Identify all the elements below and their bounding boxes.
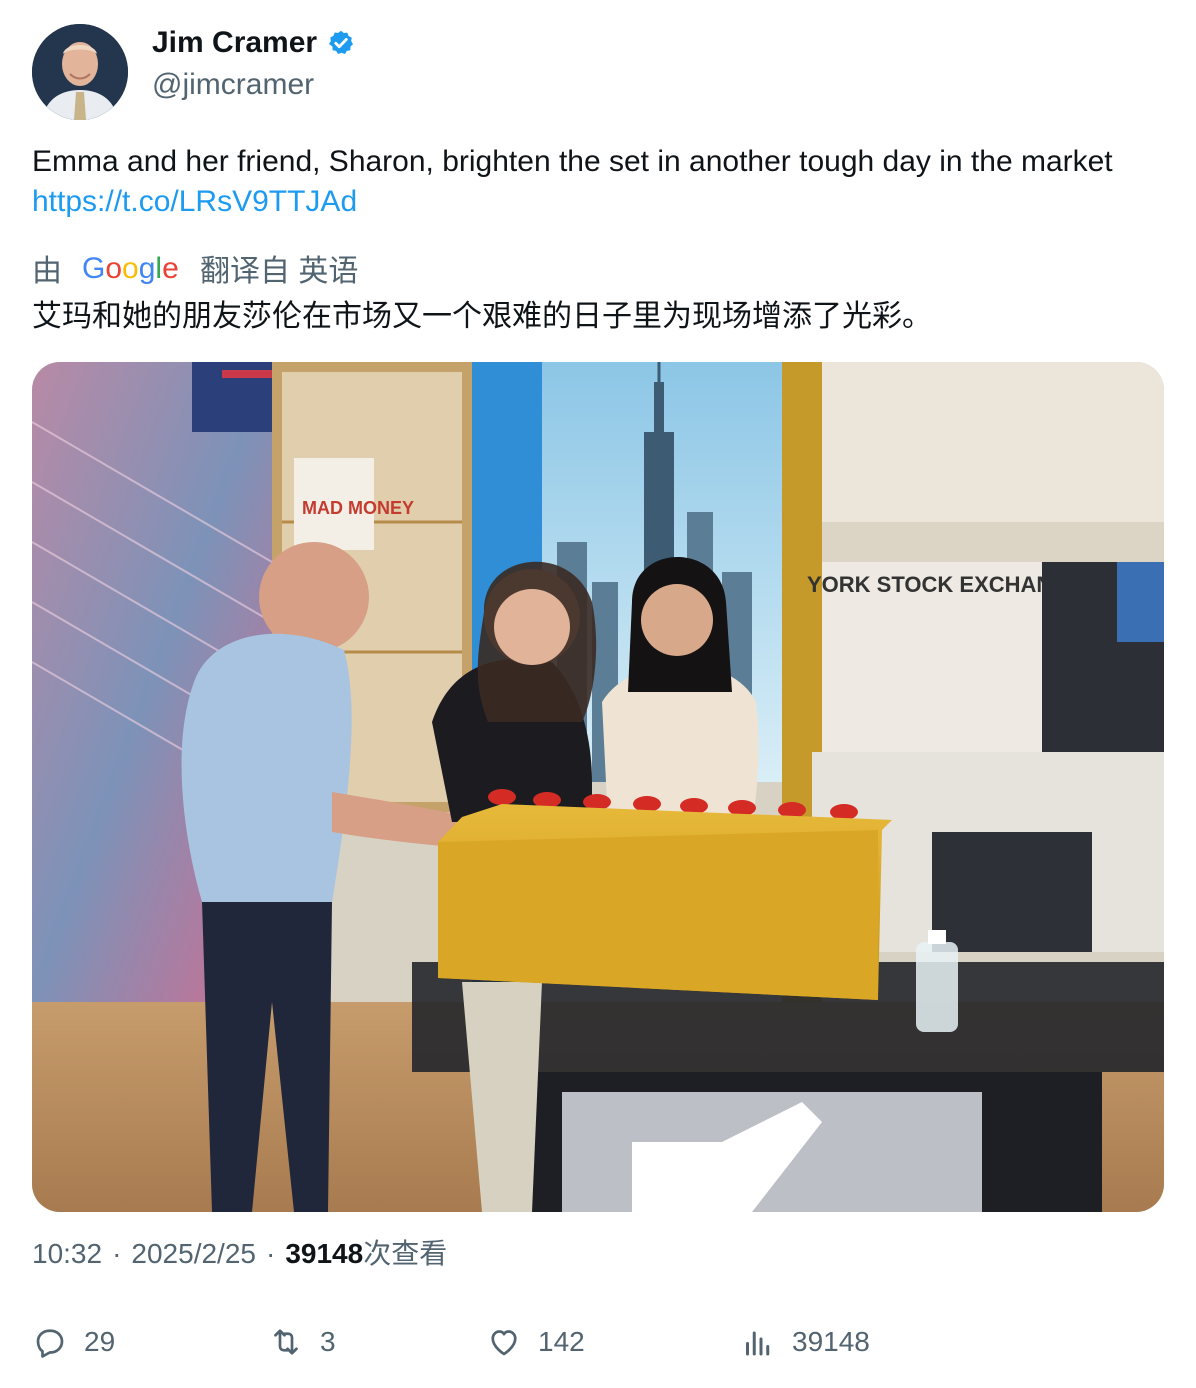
- mad-money-logo-text: MAD MONEY: [302, 498, 414, 518]
- translated-text: 艾玛和她的朋友莎伦在市场又一个艰难的日子里为现场增添了光彩。: [32, 300, 932, 333]
- retweet-icon: [268, 1324, 304, 1360]
- reply-icon: [32, 1324, 68, 1360]
- heart-icon: [486, 1324, 522, 1360]
- tweet-meta: 10:32 · 2025/2/25 · 39148 次查看: [32, 1234, 447, 1274]
- views-count: 39148: [285, 1238, 364, 1269]
- meta-separator: ·: [112, 1238, 122, 1269]
- like-count: 142: [538, 1326, 585, 1357]
- google-logo-icon[interactable]: Google: [82, 248, 180, 288]
- tweet-card: Jim Cramer @jimcramer Emma and her frien…: [0, 0, 1196, 1388]
- tweet-time[interactable]: 10:32: [32, 1234, 102, 1274]
- views-action-count: 39148: [792, 1326, 870, 1357]
- verified-badge-icon: [327, 29, 355, 57]
- reply-button[interactable]: 29: [32, 1318, 115, 1366]
- svg-text:Google: Google: [82, 252, 179, 285]
- tweet-actions: 29 3 142 39148: [32, 1318, 1164, 1366]
- like-button[interactable]: 142: [486, 1318, 585, 1366]
- tweet-header: Jim Cramer @jimcramer: [32, 24, 355, 120]
- tweet-photo[interactable]: MAD MONEY YORK STOCK EXCHANGE: [32, 362, 1164, 1212]
- views-button[interactable]: 39148: [740, 1318, 870, 1366]
- translation-attribution: 由 Google 翻译自 英语: [32, 248, 358, 288]
- views-label: 次查看: [363, 1238, 448, 1269]
- meta-separator: ·: [265, 1238, 276, 1269]
- reply-count: 29: [84, 1326, 116, 1357]
- author-avatar[interactable]: [32, 24, 128, 120]
- tweet-text: Emma and her friend, Sharon, brighten th…: [32, 142, 1152, 222]
- tweet-date[interactable]: 2025/2/25: [131, 1234, 256, 1274]
- analytics-icon: [740, 1324, 776, 1360]
- translation-prefix: 由: [32, 255, 62, 288]
- author-names: Jim Cramer @jimcramer: [152, 26, 355, 102]
- tweet-body: Emma and her friend, Sharon, brighten th…: [32, 145, 1113, 178]
- retweet-button[interactable]: 3: [268, 1318, 336, 1366]
- retweet-count: 3: [320, 1326, 336, 1357]
- translation-suffix: 翻译自 英语: [200, 255, 359, 288]
- author-handle[interactable]: @jimcramer: [152, 68, 355, 102]
- author-display-name[interactable]: Jim Cramer: [152, 26, 317, 60]
- tweet-link[interactable]: https://t.co/LRsV9TTJAd: [32, 185, 357, 218]
